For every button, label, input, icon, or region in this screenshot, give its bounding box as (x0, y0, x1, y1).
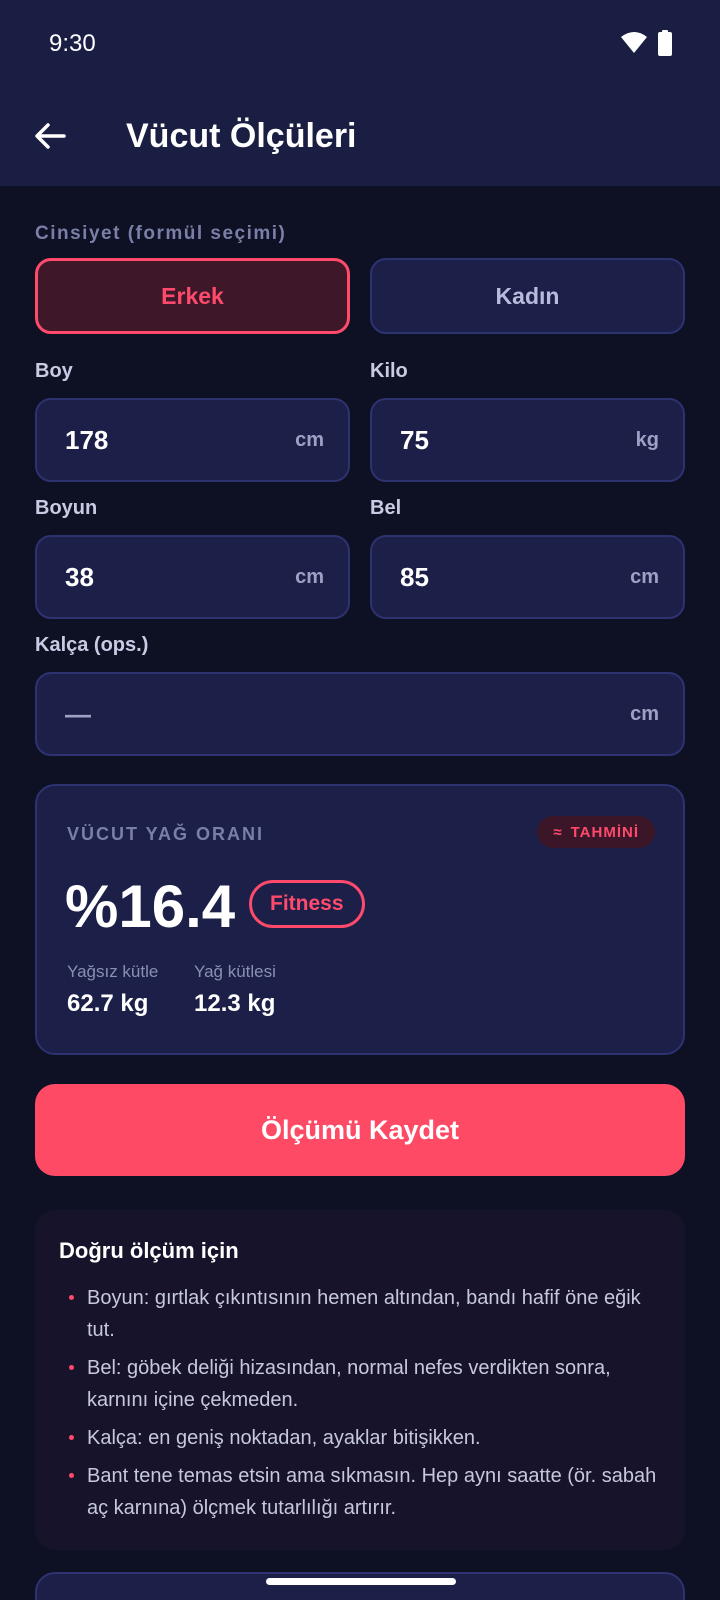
neck-unit: cm (295, 565, 324, 588)
waist-field[interactable]: 85 cm (370, 535, 685, 619)
waist-unit: cm (630, 565, 659, 588)
estimate-badge: ≈ TAHMİNİ (537, 816, 655, 848)
weight-field[interactable]: 75 kg (370, 398, 685, 482)
status-time: 9:30 (49, 30, 96, 57)
battery-icon (658, 30, 672, 56)
weight-label: Kilo (370, 360, 408, 382)
hip-field[interactable]: — cm (35, 672, 685, 756)
wifi-icon (621, 32, 647, 53)
bullet-icon (69, 1365, 74, 1370)
height-unit: cm (295, 428, 324, 451)
lean-mass-value: 62.7 kg (67, 990, 149, 1017)
tips-title: Doğru ölçüm için (59, 1238, 239, 1263)
height-value: 178 (65, 424, 109, 455)
tip-item: Boyun: gırtlak çıkıntısının hemen altınd… (59, 1282, 659, 1346)
body-fat-value: %16.4 (65, 873, 236, 940)
bullet-icon (69, 1295, 74, 1300)
lean-mass-label: Yağsız kütle (67, 962, 159, 981)
next-card[interactable] (35, 1572, 685, 1600)
gender-male-button[interactable]: Erkek (35, 258, 350, 334)
back-button[interactable] (30, 116, 70, 156)
waist-value: 85 (400, 561, 429, 592)
waist-label: Bel (370, 497, 402, 519)
approx-icon: ≈ (553, 823, 563, 841)
page-title: Vücut Ölçüleri (126, 117, 357, 155)
tip-text: Bant tene temas etsin ama sıkmasın. Hep … (87, 1465, 657, 1519)
fat-mass-value: 12.3 kg (194, 990, 276, 1017)
tip-item: Kalça: en geniş noktadan, ayaklar bitişi… (59, 1422, 659, 1454)
measurement-tips-card: Doğru ölçüm için Boyun: gırtlak çıkıntıs… (35, 1210, 685, 1550)
tip-text: Bel: göbek deliği hizasından, normal nef… (87, 1357, 611, 1411)
weight-unit: kg (635, 428, 659, 451)
home-indicator[interactable] (266, 1578, 456, 1585)
fat-mass-label: Yağ kütlesi (194, 962, 276, 981)
gender-female-button[interactable]: Kadın (370, 258, 685, 334)
estimate-badge-label: TAHMİNİ (570, 823, 639, 841)
weight-value: 75 (400, 424, 429, 455)
neck-value: 38 (65, 561, 94, 592)
tip-item: Bant tene temas etsin ama sıkmasın. Hep … (59, 1460, 659, 1524)
save-measurement-button[interactable]: Ölçümü Kaydet (35, 1084, 685, 1176)
tip-item: Bel: göbek deliği hizasından, normal nef… (59, 1352, 659, 1416)
category-badge: Fitness (249, 880, 365, 928)
hip-value: — (65, 698, 91, 729)
tip-text: Kalça: en geniş noktadan, ayaklar bitişi… (87, 1427, 481, 1449)
hip-label: Kalça (ops.) (35, 634, 149, 656)
neck-label: Boyun (35, 497, 98, 519)
hip-unit: cm (630, 702, 659, 725)
bullet-icon (69, 1435, 74, 1440)
tip-text: Boyun: gırtlak çıkıntısının hemen altınd… (87, 1287, 641, 1341)
bullet-icon (69, 1473, 74, 1478)
gender-section-label: Cinsiyet (formül seçimi) (35, 223, 287, 244)
app-bar: 9:30 Vücut Ölçüleri (0, 0, 720, 186)
height-label: Boy (35, 360, 73, 382)
neck-field[interactable]: 38 cm (35, 535, 350, 619)
result-title: VÜCUT YAĞ ORANI (67, 824, 265, 844)
arrow-left-icon (35, 123, 66, 149)
status-icons (620, 30, 672, 56)
body-fat-result-card: VÜCUT YAĞ ORANI ≈ TAHMİNİ %16.4 Fitness … (35, 784, 685, 1055)
height-field[interactable]: 178 cm (35, 398, 350, 482)
tips-list: Boyun: gırtlak çıkıntısının hemen altınd… (59, 1282, 659, 1530)
